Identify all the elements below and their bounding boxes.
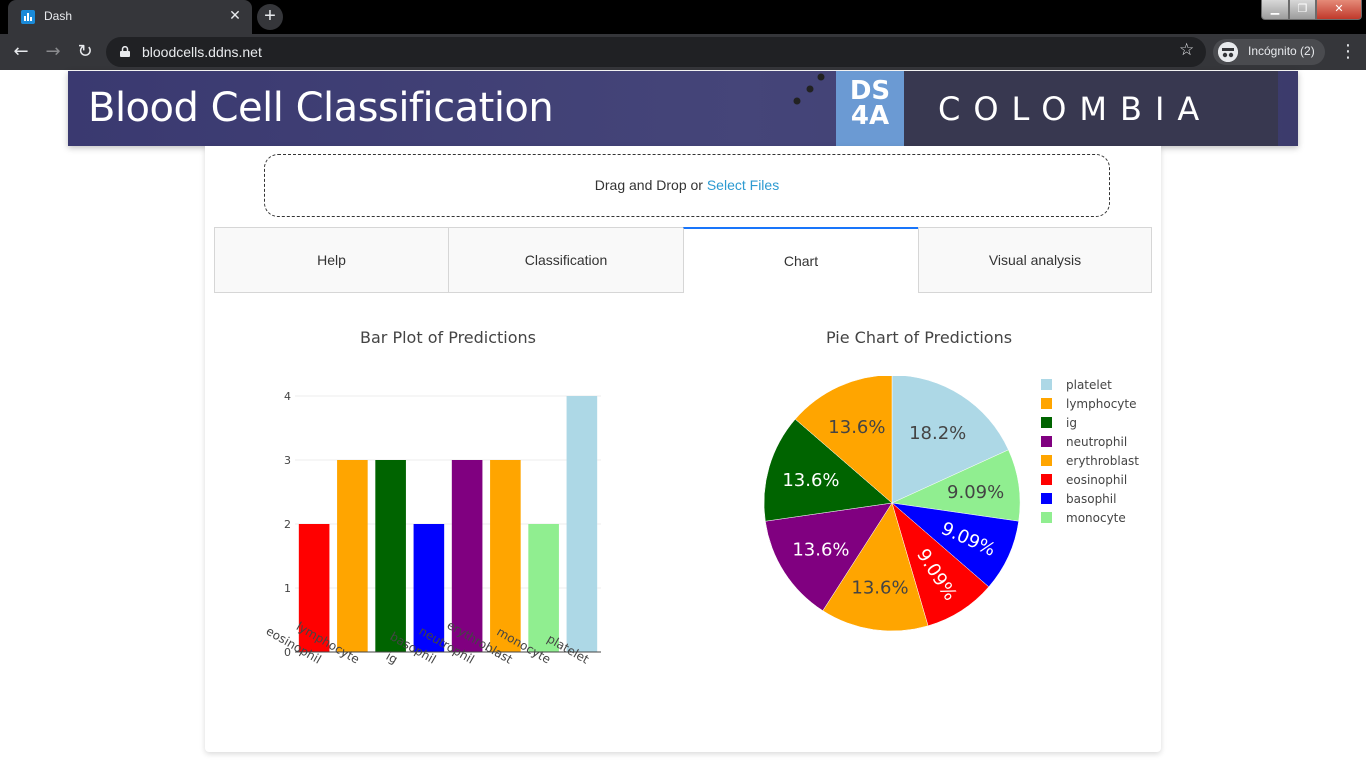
colombia-logo: COLOMBIA: [904, 71, 1278, 146]
bar-chart-title: Bar Plot of Predictions: [360, 328, 537, 347]
bookmark-star-icon[interactable]: ☆: [1179, 40, 1194, 60]
pie-chart[interactable]: 18.2%9.09%9.09%9.09%13.6%13.6%13.6%13.6%…: [745, 376, 1145, 656]
legend-label-neutrophil[interactable]: neutrophil: [1066, 435, 1127, 449]
browser-titlebar: Dash ✕ + ▁ ❐ ✕: [0, 0, 1366, 34]
bar-ig[interactable]: [375, 460, 406, 652]
main-card: Drag and Drop or Select Files Help Class…: [205, 146, 1161, 752]
legend-label-eosinophil[interactable]: eosinophil: [1066, 473, 1127, 487]
pie-percent-label: 18.2%: [909, 423, 966, 444]
new-tab-button[interactable]: +: [257, 4, 283, 30]
page-content: Blood Cell Classification DS 4A COLOMBIA…: [0, 70, 1366, 768]
pie-percent-label: 13.6%: [828, 417, 885, 438]
legend-swatch-erythroblast[interactable]: [1041, 455, 1052, 466]
bar-chart[interactable]: 01234eosinophillymphocyte igbasophilneutr…: [265, 366, 645, 696]
pie-percent-label: 13.6%: [851, 578, 908, 599]
close-window-button[interactable]: ✕: [1316, 0, 1362, 20]
url-text: bloodcells.ddns.net: [142, 44, 262, 60]
legend-swatch-lymphocyte[interactable]: [1041, 398, 1052, 409]
logo-4a-text: 4A: [850, 101, 890, 131]
legend-swatch-neutrophil[interactable]: [1041, 436, 1052, 447]
upload-text: Drag and Drop or: [594, 177, 707, 193]
browser-toolbar: ← → ↻ bloodcells.ddns.net ☆ Incógnito (2…: [0, 34, 1366, 70]
address-bar[interactable]: bloodcells.ddns.net ☆: [106, 37, 1206, 67]
ds4a-logo: DS 4A: [836, 71, 904, 146]
tab-help[interactable]: Help: [214, 227, 449, 293]
tab-classification[interactable]: Classification: [448, 227, 684, 293]
maximize-button[interactable]: ❐: [1289, 0, 1316, 20]
lock-icon: [120, 46, 130, 57]
incognito-profile-button[interactable]: Incógnito (2): [1213, 39, 1325, 65]
bar-erythroblast[interactable]: [490, 460, 521, 652]
legend-label-basophil[interactable]: basophil: [1066, 492, 1116, 506]
reload-icon[interactable]: ↻: [72, 39, 98, 65]
browser-tab[interactable]: Dash ✕: [8, 0, 252, 34]
legend-label-erythroblast[interactable]: erythroblast: [1066, 454, 1139, 468]
bar-y-tick-label: 1: [284, 582, 291, 595]
legend-label-ig[interactable]: ig: [1066, 416, 1077, 430]
legend-swatch-basophil[interactable]: [1041, 493, 1052, 504]
tab-title: Dash: [44, 9, 73, 23]
close-tab-icon[interactable]: ✕: [226, 7, 244, 25]
bar-y-tick-label: 2: [284, 518, 291, 531]
tab-bar: Help Classification Chart Visual analysi…: [214, 227, 1152, 293]
page-title: Blood Cell Classification: [88, 85, 554, 131]
decorative-dots-icon: [793, 73, 825, 105]
header-banner: Blood Cell Classification DS 4A COLOMBIA: [68, 71, 1298, 146]
bar-lymphocyte[interactable]: [337, 460, 368, 652]
pie-percent-label: 9.09%: [947, 482, 1004, 503]
file-upload-dropzone[interactable]: Drag and Drop or Select Files: [264, 154, 1110, 217]
legend-swatch-monocyte[interactable]: [1041, 512, 1052, 523]
pie-percent-label: 13.6%: [792, 540, 849, 561]
incognito-icon: [1218, 42, 1238, 62]
pie-percent-label: 13.6%: [782, 470, 839, 491]
legend-swatch-ig[interactable]: [1041, 417, 1052, 428]
legend-swatch-eosinophil[interactable]: [1041, 474, 1052, 485]
pie-chart-title: Pie Chart of Predictions: [826, 328, 1013, 347]
bar-y-tick-label: 4: [284, 390, 291, 403]
bar-y-tick-label: 3: [284, 454, 291, 467]
profile-label: Incógnito (2): [1248, 44, 1315, 58]
tab-chart[interactable]: Chart: [683, 227, 919, 293]
forward-arrow-icon[interactable]: →: [40, 39, 66, 65]
legend-label-lymphocyte[interactable]: lymphocyte: [1066, 397, 1136, 411]
dash-favicon-icon: [21, 10, 35, 24]
legend-swatch-platelet[interactable]: [1041, 379, 1052, 390]
tab-visual-analysis[interactable]: Visual analysis: [918, 227, 1152, 293]
select-files-link[interactable]: Select Files: [707, 177, 779, 193]
logo-colombia-text: COLOMBIA: [938, 90, 1213, 128]
kebab-menu-icon[interactable]: ⋮: [1338, 39, 1358, 65]
legend-label-monocyte[interactable]: monocyte: [1066, 511, 1126, 525]
legend-label-platelet[interactable]: platelet: [1066, 378, 1112, 392]
upload-instructions: Drag and Drop or Select Files: [265, 177, 1109, 193]
minimize-button[interactable]: ▁: [1261, 0, 1289, 20]
bar-platelet[interactable]: [566, 396, 598, 652]
back-arrow-icon[interactable]: ←: [8, 39, 34, 65]
